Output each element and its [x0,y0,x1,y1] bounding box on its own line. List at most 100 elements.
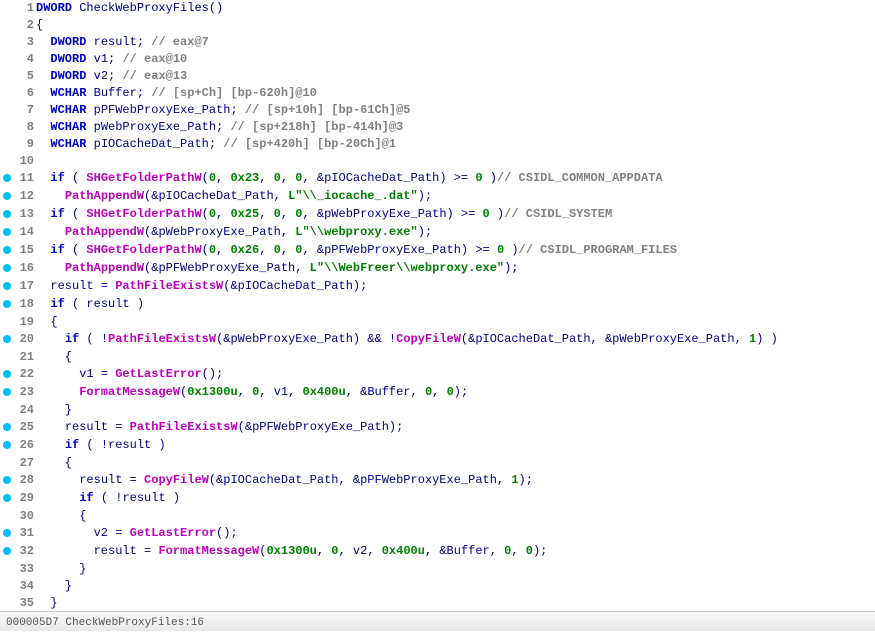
code-line[interactable]: 14 PathAppendW(&pWebProxyExe_Path, L"\\w… [0,224,875,242]
code-editor[interactable]: 1DWORD CheckWebProxyFiles()2{3 DWORD res… [0,0,875,611]
breakpoint-gutter[interactable] [0,0,14,17]
code-line[interactable]: 34 } [0,578,875,595]
code-line[interactable]: 3 DWORD result; // eax@7 [0,34,875,51]
code-content[interactable]: { [36,349,875,366]
code-content[interactable] [36,153,875,170]
code-content[interactable]: DWORD v2; // eax@13 [36,68,875,85]
code-content[interactable]: v2 = GetLastError(); [36,525,875,543]
breakpoint-gutter[interactable] [0,543,14,561]
code-content[interactable]: } [36,595,875,611]
breakpoint-gutter[interactable] [0,331,14,349]
code-content[interactable]: if ( !PathFileExistsW(&pWebProxyExe_Path… [36,331,875,349]
code-line[interactable]: 6 WCHAR Buffer; // [sp+Ch] [bp-620h]@10 [0,85,875,102]
breakpoint-gutter[interactable] [0,402,14,419]
code-content[interactable]: DWORD result; // eax@7 [36,34,875,51]
breakpoint-gutter[interactable] [0,102,14,119]
breakpoint-gutter[interactable] [0,508,14,525]
breakpoint-gutter[interactable] [0,153,14,170]
code-content[interactable]: v1 = GetLastError(); [36,366,875,384]
breakpoint-gutter[interactable] [0,595,14,611]
code-content[interactable]: if ( !result ) [36,490,875,508]
code-content[interactable]: } [36,561,875,578]
code-content[interactable]: } [36,578,875,595]
code-content[interactable]: result = PathFileExistsW(&pIOCacheDat_Pa… [36,278,875,296]
code-line[interactable]: 17 result = PathFileExistsW(&pIOCacheDat… [0,278,875,296]
breakpoint-gutter[interactable] [0,68,14,85]
breakpoint-gutter[interactable] [0,349,14,366]
code-line[interactable]: 33 } [0,561,875,578]
code-content[interactable]: { [36,314,875,331]
breakpoint-gutter[interactable] [0,85,14,102]
breakpoint-gutter[interactable] [0,490,14,508]
code-line[interactable]: 11 if ( SHGetFolderPathW(0, 0x23, 0, 0, … [0,170,875,188]
code-content[interactable]: if ( SHGetFolderPathW(0, 0x25, 0, 0, &pW… [36,206,875,224]
code-line[interactable]: 29 if ( !result ) [0,490,875,508]
code-line[interactable]: 28 result = CopyFileW(&pIOCacheDat_Path,… [0,472,875,490]
code-content[interactable]: WCHAR pIOCacheDat_Path; // [sp+420h] [bp… [36,136,875,153]
breakpoint-gutter[interactable] [0,260,14,278]
breakpoint-gutter[interactable] [0,206,14,224]
breakpoint-gutter[interactable] [0,296,14,314]
code-line[interactable]: 32 result = FormatMessageW(0x1300u, 0, v… [0,543,875,561]
code-content[interactable]: DWORD v1; // eax@10 [36,51,875,68]
code-line[interactable]: 27 { [0,455,875,472]
code-line[interactable]: 30 { [0,508,875,525]
breakpoint-gutter[interactable] [0,188,14,206]
code-line[interactable]: 10 [0,153,875,170]
code-line[interactable]: 16 PathAppendW(&pPFWebProxyExe_Path, L"\… [0,260,875,278]
breakpoint-gutter[interactable] [0,366,14,384]
breakpoint-gutter[interactable] [0,136,14,153]
code-line[interactable]: 35 } [0,595,875,611]
breakpoint-gutter[interactable] [0,278,14,296]
breakpoint-gutter[interactable] [0,384,14,402]
code-line[interactable]: 4 DWORD v1; // eax@10 [0,51,875,68]
code-line[interactable]: 20 if ( !PathFileExistsW(&pWebProxyExe_P… [0,331,875,349]
code-line[interactable]: 21 { [0,349,875,366]
code-content[interactable]: result = CopyFileW(&pIOCacheDat_Path, &p… [36,472,875,490]
breakpoint-gutter[interactable] [0,51,14,68]
breakpoint-gutter[interactable] [0,314,14,331]
code-line[interactable]: 15 if ( SHGetFolderPathW(0, 0x26, 0, 0, … [0,242,875,260]
code-content[interactable]: WCHAR Buffer; // [sp+Ch] [bp-620h]@10 [36,85,875,102]
breakpoint-gutter[interactable] [0,119,14,136]
code-content[interactable]: PathAppendW(&pIOCacheDat_Path, L"\\_ioca… [36,188,875,206]
code-line[interactable]: 5 DWORD v2; // eax@13 [0,68,875,85]
code-content[interactable]: WCHAR pPFWebProxyExe_Path; // [sp+10h] [… [36,102,875,119]
code-line[interactable]: 8 WCHAR pWebProxyExe_Path; // [sp+218h] … [0,119,875,136]
code-content[interactable]: } [36,402,875,419]
code-line[interactable]: 26 if ( !result ) [0,437,875,455]
code-content[interactable]: if ( SHGetFolderPathW(0, 0x23, 0, 0, &pI… [36,170,875,188]
code-line[interactable]: 1DWORD CheckWebProxyFiles() [0,0,875,17]
breakpoint-gutter[interactable] [0,561,14,578]
code-content[interactable]: DWORD CheckWebProxyFiles() [36,0,875,17]
code-content[interactable]: if ( !result ) [36,437,875,455]
breakpoint-gutter[interactable] [0,34,14,51]
code-line[interactable]: 2{ [0,17,875,34]
breakpoint-gutter[interactable] [0,437,14,455]
code-content[interactable]: if ( SHGetFolderPathW(0, 0x26, 0, 0, &pP… [36,242,875,260]
breakpoint-gutter[interactable] [0,17,14,34]
breakpoint-gutter[interactable] [0,170,14,188]
code-line[interactable]: 12 PathAppendW(&pIOCacheDat_Path, L"\\_i… [0,188,875,206]
breakpoint-gutter[interactable] [0,419,14,437]
code-line[interactable]: 24 } [0,402,875,419]
code-line[interactable]: 7 WCHAR pPFWebProxyExe_Path; // [sp+10h]… [0,102,875,119]
breakpoint-gutter[interactable] [0,578,14,595]
breakpoint-gutter[interactable] [0,455,14,472]
code-line[interactable]: 19 { [0,314,875,331]
code-content[interactable]: if ( result ) [36,296,875,314]
code-content[interactable]: { [36,455,875,472]
code-line[interactable]: 31 v2 = GetLastError(); [0,525,875,543]
code-line[interactable]: 25 result = PathFileExistsW(&pPFWebProxy… [0,419,875,437]
breakpoint-gutter[interactable] [0,224,14,242]
code-content[interactable]: WCHAR pWebProxyExe_Path; // [sp+218h] [b… [36,119,875,136]
code-content[interactable]: PathAppendW(&pPFWebProxyExe_Path, L"\\We… [36,260,875,278]
code-line[interactable]: 13 if ( SHGetFolderPathW(0, 0x25, 0, 0, … [0,206,875,224]
code-line[interactable]: 22 v1 = GetLastError(); [0,366,875,384]
code-content[interactable]: FormatMessageW(0x1300u, 0, v1, 0x400u, &… [36,384,875,402]
code-content[interactable]: PathAppendW(&pWebProxyExe_Path, L"\\webp… [36,224,875,242]
code-line[interactable]: 23 FormatMessageW(0x1300u, 0, v1, 0x400u… [0,384,875,402]
code-content[interactable]: result = PathFileExistsW(&pPFWebProxyExe… [36,419,875,437]
code-content[interactable]: result = FormatMessageW(0x1300u, 0, v2, … [36,543,875,561]
breakpoint-gutter[interactable] [0,525,14,543]
